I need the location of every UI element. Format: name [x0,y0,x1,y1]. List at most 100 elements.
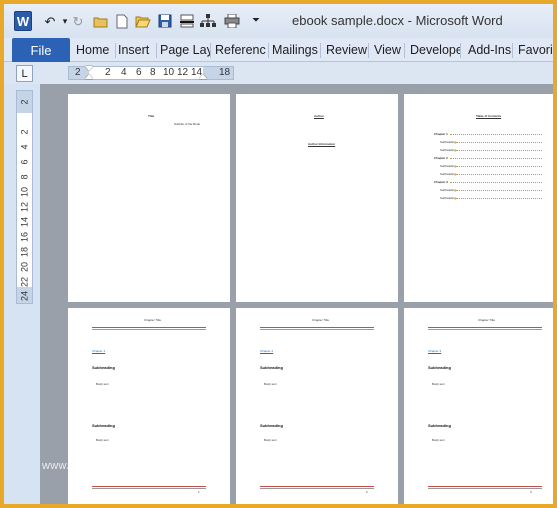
horizontal-ruler[interactable]: 2 2 4 6 8 10 12 14 18 [68,66,234,80]
tab-file[interactable]: File [12,38,70,62]
right-indent-marker[interactable] [199,74,207,79]
tab-mailings[interactable]: Mailings [268,38,324,62]
ruler-number: 10 [163,67,175,78]
ruler-number: 4 [19,144,30,150]
title-bar: W ↶ ▾ ↻ ⏷ ebook sample.docx - Microsoft … [4,4,553,38]
tab-home[interactable]: Home [72,38,116,62]
chapter-link[interactable]: Chapter 3 [428,349,441,353]
tab-add-ins[interactable]: Add-Ins [464,38,512,62]
ruler-number: 18 [219,67,231,78]
customize-toolbar-icon[interactable]: ⏷ [248,13,264,29]
body-text: Body text [96,382,109,386]
tab-developer[interactable]: Develope [406,38,460,62]
tab-review[interactable]: Review [322,38,368,62]
body-text: Body text [264,382,277,386]
ruler-number: 22 [19,277,30,288]
ruler-number: 20 [19,262,30,273]
page-number: 1 [198,490,200,494]
page-header: Chapter Title [144,318,162,322]
ruler-number: 24 [19,291,30,302]
toc-entry: Subheading [440,164,457,168]
body-text: Body text [432,438,445,442]
page-header: Chapter Title [312,318,330,322]
page-chapter-2[interactable]: Chapter Title Chapter 2 Subheading Body … [236,308,398,504]
tab-view[interactable]: View [370,38,404,62]
subheading: Subheading [428,423,451,428]
body-text: Body text [432,382,445,386]
tab-separator [512,43,513,58]
undo-icon[interactable]: ↶ [42,13,58,29]
chapter-link[interactable]: Chapter 1 [92,349,105,353]
ruler-number: 8 [19,174,30,180]
page-author[interactable]: Author Author Information [236,94,398,302]
toc-entry: Subheading [440,140,457,144]
subheading: Subheading [92,365,115,370]
save-icon[interactable] [157,13,173,29]
document-canvas[interactable]: Title Subtitle of the Book Author Author… [40,84,553,504]
subheading: Subheading [260,423,283,428]
toc-entry: Subheading [440,188,457,192]
book-subtitle: Subtitle of the Book [174,122,201,126]
chapter-link[interactable]: Chapter 2 [260,349,273,353]
page-chapter-3[interactable]: Chapter Title Chapter 3 Subheading Body … [404,308,553,504]
word-window: W ↶ ▾ ↻ ⏷ ebook sample.docx - Microsoft … [4,4,553,504]
page-break-icon[interactable] [179,13,195,29]
page-header: Chapter Title [478,318,496,322]
body-text: Body text [264,438,277,442]
ruler-row: L 2 2 4 6 8 10 12 14 18 [4,62,553,84]
ruler-number: 2 [19,129,30,135]
window-title: ebook sample.docx - Microsoft Word [292,13,503,28]
print-icon[interactable] [224,13,240,29]
subheading: Subheading [428,365,451,370]
redo-icon[interactable]: ↻ [70,13,86,29]
page-number: 2 [366,490,368,494]
open-folder-icon[interactable] [92,13,108,29]
ruler-number: 16 [19,232,30,243]
ruler-number: 12 [177,67,189,78]
tab-favorites[interactable]: Favori [514,38,553,62]
ruler-number: 8 [150,67,156,78]
page-table-of-contents[interactable]: Table of Contents Chapter 1 Subheading S… [404,94,553,302]
subheading: Subheading [260,365,283,370]
ruler-number: 18 [19,247,30,258]
ruler-number: 12 [19,202,30,213]
sitemap-icon[interactable] [200,13,216,29]
tab-selector-button[interactable]: L [16,65,33,82]
ribbon-tabs: File Home Insert Page Lay Referenc Maili… [4,38,553,62]
ruler-number: 2 [105,67,111,78]
ruler-number: 6 [136,67,142,78]
page-title-page[interactable]: Title Subtitle of the Book [68,94,230,302]
body-text: Body text [96,438,109,442]
page-number: 3 [530,490,532,494]
subheading: Subheading [92,423,115,428]
toc-entry: Chapter 1 [434,132,448,136]
toc-entry: Subheading [440,148,457,152]
toc-entry: Subheading [440,172,457,176]
vertical-ruler[interactable]: 2 2 4 6 8 10 12 14 16 18 20 22 24 [16,90,33,304]
tab-separator [320,43,321,58]
ruler-number: 14 [19,217,30,228]
word-app-icon[interactable]: W [14,11,32,31]
tab-separator [404,43,405,58]
ruler-number: 2 [75,67,81,78]
tab-references[interactable]: Referenc [211,38,269,62]
book-title: Title [148,114,155,118]
tab-separator [368,43,369,58]
open-icon[interactable] [135,13,151,29]
toc-entry: Chapter 2 [434,156,448,160]
page-chapter-1[interactable]: Chapter Title Chapter 1 Subheading Body … [68,308,230,504]
ruler-number: 4 [121,67,127,78]
toc-entry: Chapter 3 [434,180,448,184]
ruler-number: 10 [19,187,30,198]
tab-page-layout[interactable]: Page Lay [156,38,210,62]
toc-entry: Subheading [440,196,457,200]
new-document-icon[interactable] [114,13,130,29]
toc-heading: Table of Contents [476,114,502,118]
hanging-indent-marker[interactable] [85,74,93,79]
ruler-number: 6 [19,159,30,165]
tab-insert[interactable]: Insert [114,38,157,62]
author-info: Author Information [308,142,336,146]
author-heading: Author [314,114,324,118]
tab-separator [460,43,461,58]
first-line-indent-marker[interactable] [85,66,93,71]
